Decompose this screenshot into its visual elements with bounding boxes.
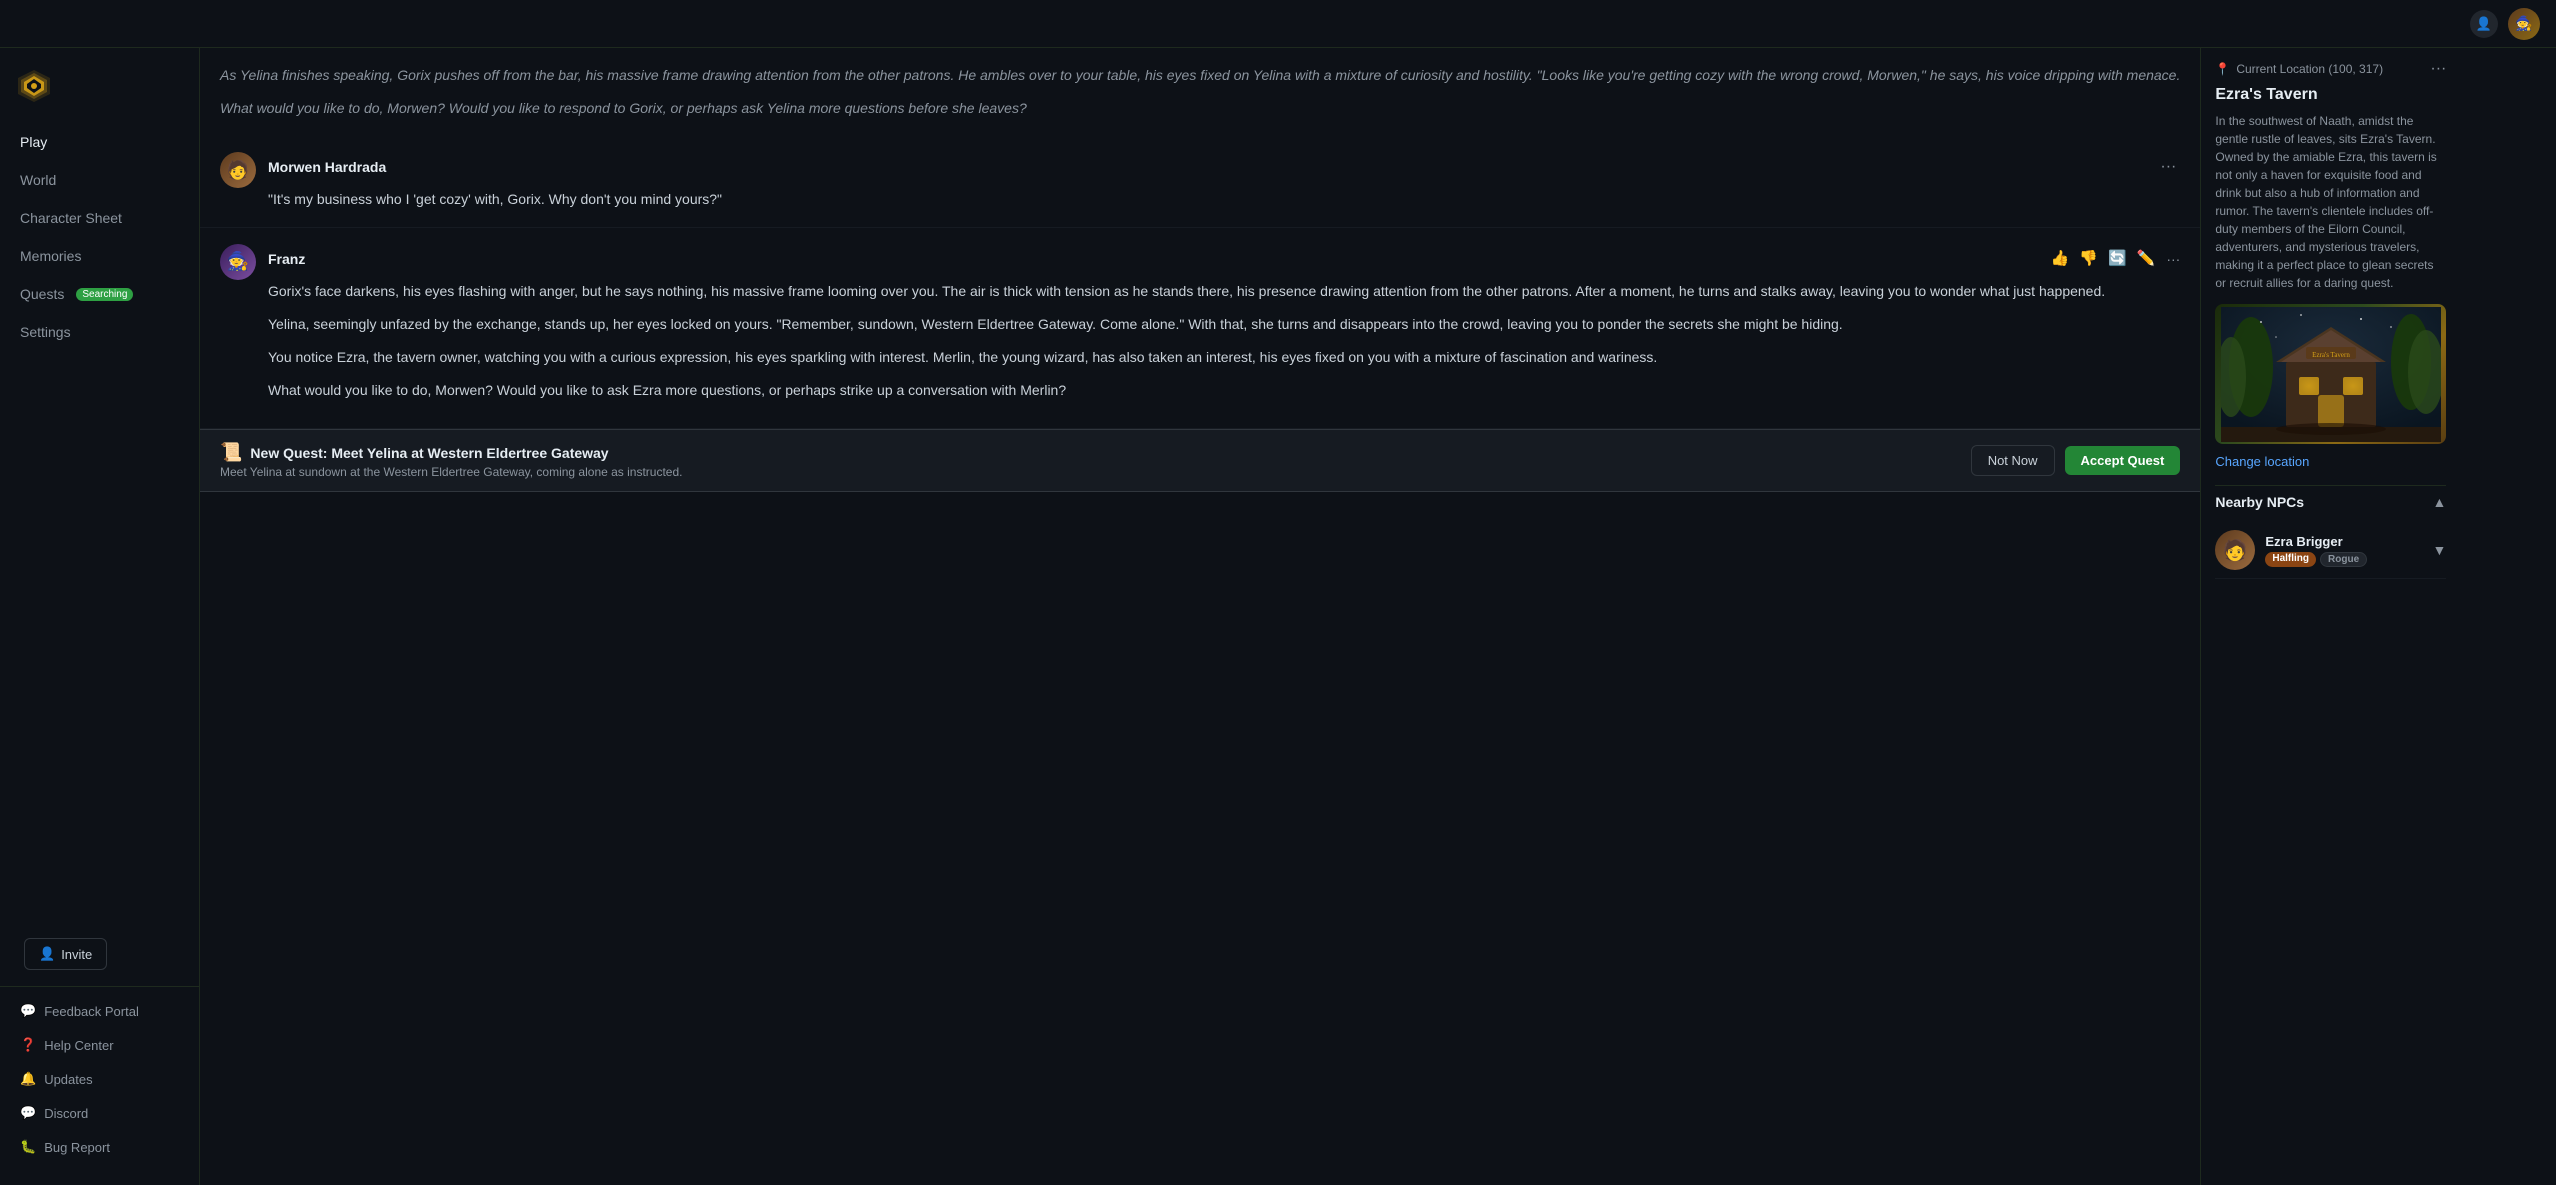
invite-icon: 👤 <box>39 946 55 962</box>
narrator-block: As Yelina finishes speaking, Gorix pushe… <box>200 48 2200 136</box>
accept-quest-button[interactable]: Accept Quest <box>2065 446 2181 475</box>
quest-title: New Quest: Meet Yelina at Western Eldert… <box>250 445 608 461</box>
updates-icon: 🔔 <box>20 1071 36 1087</box>
main-content: As Yelina finishes speaking, Gorix pushe… <box>200 48 2200 1185</box>
avatar-franz: 🧙 <box>220 244 256 280</box>
quests-badge: Searching <box>76 288 133 301</box>
thumbs-down-icon[interactable]: 👎 <box>2076 244 2101 274</box>
location-description: In the southwest of Naath, amidst the ge… <box>2215 112 2446 292</box>
invite-button[interactable]: 👤 Invite <box>24 938 107 970</box>
location-more-icon[interactable]: ··· <box>2430 60 2446 78</box>
not-now-button[interactable]: Not Now <box>1971 445 2055 476</box>
more-options-icon[interactable]: ··· <box>2156 152 2180 182</box>
quest-subtitle: Meet Yelina at sundown at the Western El… <box>220 465 683 479</box>
morwen-actions: ··· <box>2156 152 2180 182</box>
nearby-npcs-title: Nearby NPCs <box>2215 494 2304 510</box>
nearby-npcs-header: Nearby NPCs ▲ <box>2215 494 2446 510</box>
world-label: World <box>20 172 56 188</box>
character-sheet-label: Character Sheet <box>20 210 122 226</box>
tag-rogue: Rogue <box>2320 552 2367 567</box>
sidebar-item-quests[interactable]: Quests Searching <box>8 276 191 312</box>
help-label: Help Center <box>44 1038 113 1053</box>
sidebar-item-settings[interactable]: Settings <box>8 314 191 350</box>
refresh-icon[interactable]: 🔄 <box>2105 244 2130 274</box>
feedback-label: Feedback Portal <box>44 1004 139 1019</box>
npc-ezra-brigger[interactable]: 🧑 Ezra Brigger Halfling Rogue ▼ <box>2215 522 2446 579</box>
user-icon[interactable]: 👤 <box>2470 10 2498 38</box>
svg-text:Ezra's Tavern: Ezra's Tavern <box>2312 351 2350 359</box>
location-pin-icon: 📍 <box>2215 62 2230 76</box>
collapse-npcs-icon[interactable]: ▲ <box>2433 494 2447 510</box>
memories-label: Memories <box>20 248 81 264</box>
sidebar-item-updates[interactable]: 🔔 Updates <box>8 1063 191 1095</box>
quests-label: Quests <box>20 286 64 302</box>
invite-label: Invite <box>61 947 92 962</box>
current-location-label: 📍 Current Location (100, 317) <box>2215 62 2383 76</box>
npc-tags-ezra: Halfling Rogue <box>2265 552 2422 567</box>
location-image: Ezra's Tavern <box>2215 304 2446 444</box>
message-morwen: 🧑 Morwen Hardrada ··· "It's my business … <box>200 136 2200 228</box>
settings-label: Settings <box>20 324 71 340</box>
narrator-paragraph: As Yelina finishes speaking, Gorix pushe… <box>220 64 2180 87</box>
tag-halfling: Halfling <box>2265 552 2316 567</box>
change-location-link[interactable]: Change location <box>2215 454 2446 469</box>
location-name: Ezra's Tavern <box>2215 86 2446 104</box>
edit-icon[interactable]: ✏️ <box>2134 244 2159 274</box>
avatar-morwen: 🧑 <box>220 152 256 188</box>
thumbs-up-icon[interactable]: 👍 <box>2048 244 2073 274</box>
help-icon: ❓ <box>20 1037 36 1053</box>
npc-info-ezra: Ezra Brigger Halfling Rogue <box>2265 534 2422 567</box>
sidebar-nav: Play World Character Sheet Memories Ques… <box>0 124 199 922</box>
npc-name-ezra: Ezra Brigger <box>2265 534 2422 549</box>
location-header: 📍 Current Location (100, 317) ··· <box>2215 60 2446 78</box>
npc-expand-icon[interactable]: ▼ <box>2433 542 2447 558</box>
quest-buttons: Not Now Accept Quest <box>1971 445 2181 476</box>
discord-label: Discord <box>44 1106 88 1121</box>
sidebar-item-memories[interactable]: Memories <box>8 238 191 274</box>
author-franz: Franz <box>268 248 305 270</box>
divider-1 <box>2215 485 2446 486</box>
sidebar-item-character-sheet[interactable]: Character Sheet <box>8 200 191 236</box>
updates-label: Updates <box>44 1072 92 1087</box>
morwen-text: "It's my business who I 'get cozy' with,… <box>268 188 2180 211</box>
message-franz: 🧙 Franz 👍 👎 🔄 ✏️ ··· <box>200 228 2200 429</box>
author-morwen: Morwen Hardrada <box>268 156 386 178</box>
franz-more-options[interactable]: ··· <box>2166 248 2180 270</box>
feedback-icon: 💬 <box>20 1003 36 1019</box>
sidebar-bottom: 💬 Feedback Portal ❓ Help Center 🔔 Update… <box>0 986 199 1173</box>
sidebar-item-world[interactable]: World <box>8 162 191 198</box>
quest-info: 📜 New Quest: Meet Yelina at Western Elde… <box>220 442 683 479</box>
sidebar-item-discord[interactable]: 💬 Discord <box>8 1097 191 1129</box>
bug-label: Bug Report <box>44 1140 110 1155</box>
right-sidebar: 📍 Current Location (100, 317) ··· Ezra's… <box>2200 48 2460 1185</box>
logo[interactable] <box>0 60 199 124</box>
quest-notification: 📜 New Quest: Meet Yelina at Western Elde… <box>200 429 2200 492</box>
user-avatar[interactable]: 🧙 <box>2508 8 2540 40</box>
sidebar-item-feedback-portal[interactable]: 💬 Feedback Portal <box>8 995 191 1027</box>
location-coords: Current Location (100, 317) <box>2236 62 2383 76</box>
quest-icon: 📜 <box>220 442 242 463</box>
left-sidebar: Play World Character Sheet Memories Ques… <box>0 48 200 1185</box>
franz-paragraphs: Gorix's face darkens, his eyes flashing … <box>268 280 2180 402</box>
discord-icon: 💬 <box>20 1105 36 1121</box>
sidebar-item-play[interactable]: Play <box>8 124 191 160</box>
narrator-question: What would you like to do, Morwen? Would… <box>220 97 2180 120</box>
chat-area[interactable]: As Yelina finishes speaking, Gorix pushe… <box>200 48 2200 1185</box>
sidebar-item-help-center[interactable]: ❓ Help Center <box>8 1029 191 1061</box>
npc-avatar-ezra: 🧑 <box>2215 530 2255 570</box>
franz-side-actions: 👍 👎 🔄 ✏️ <box>2048 244 2159 274</box>
play-label: Play <box>20 134 47 150</box>
sidebar-item-bug-report[interactable]: 🐛 Bug Report <box>8 1131 191 1163</box>
bug-icon: 🐛 <box>20 1139 36 1155</box>
